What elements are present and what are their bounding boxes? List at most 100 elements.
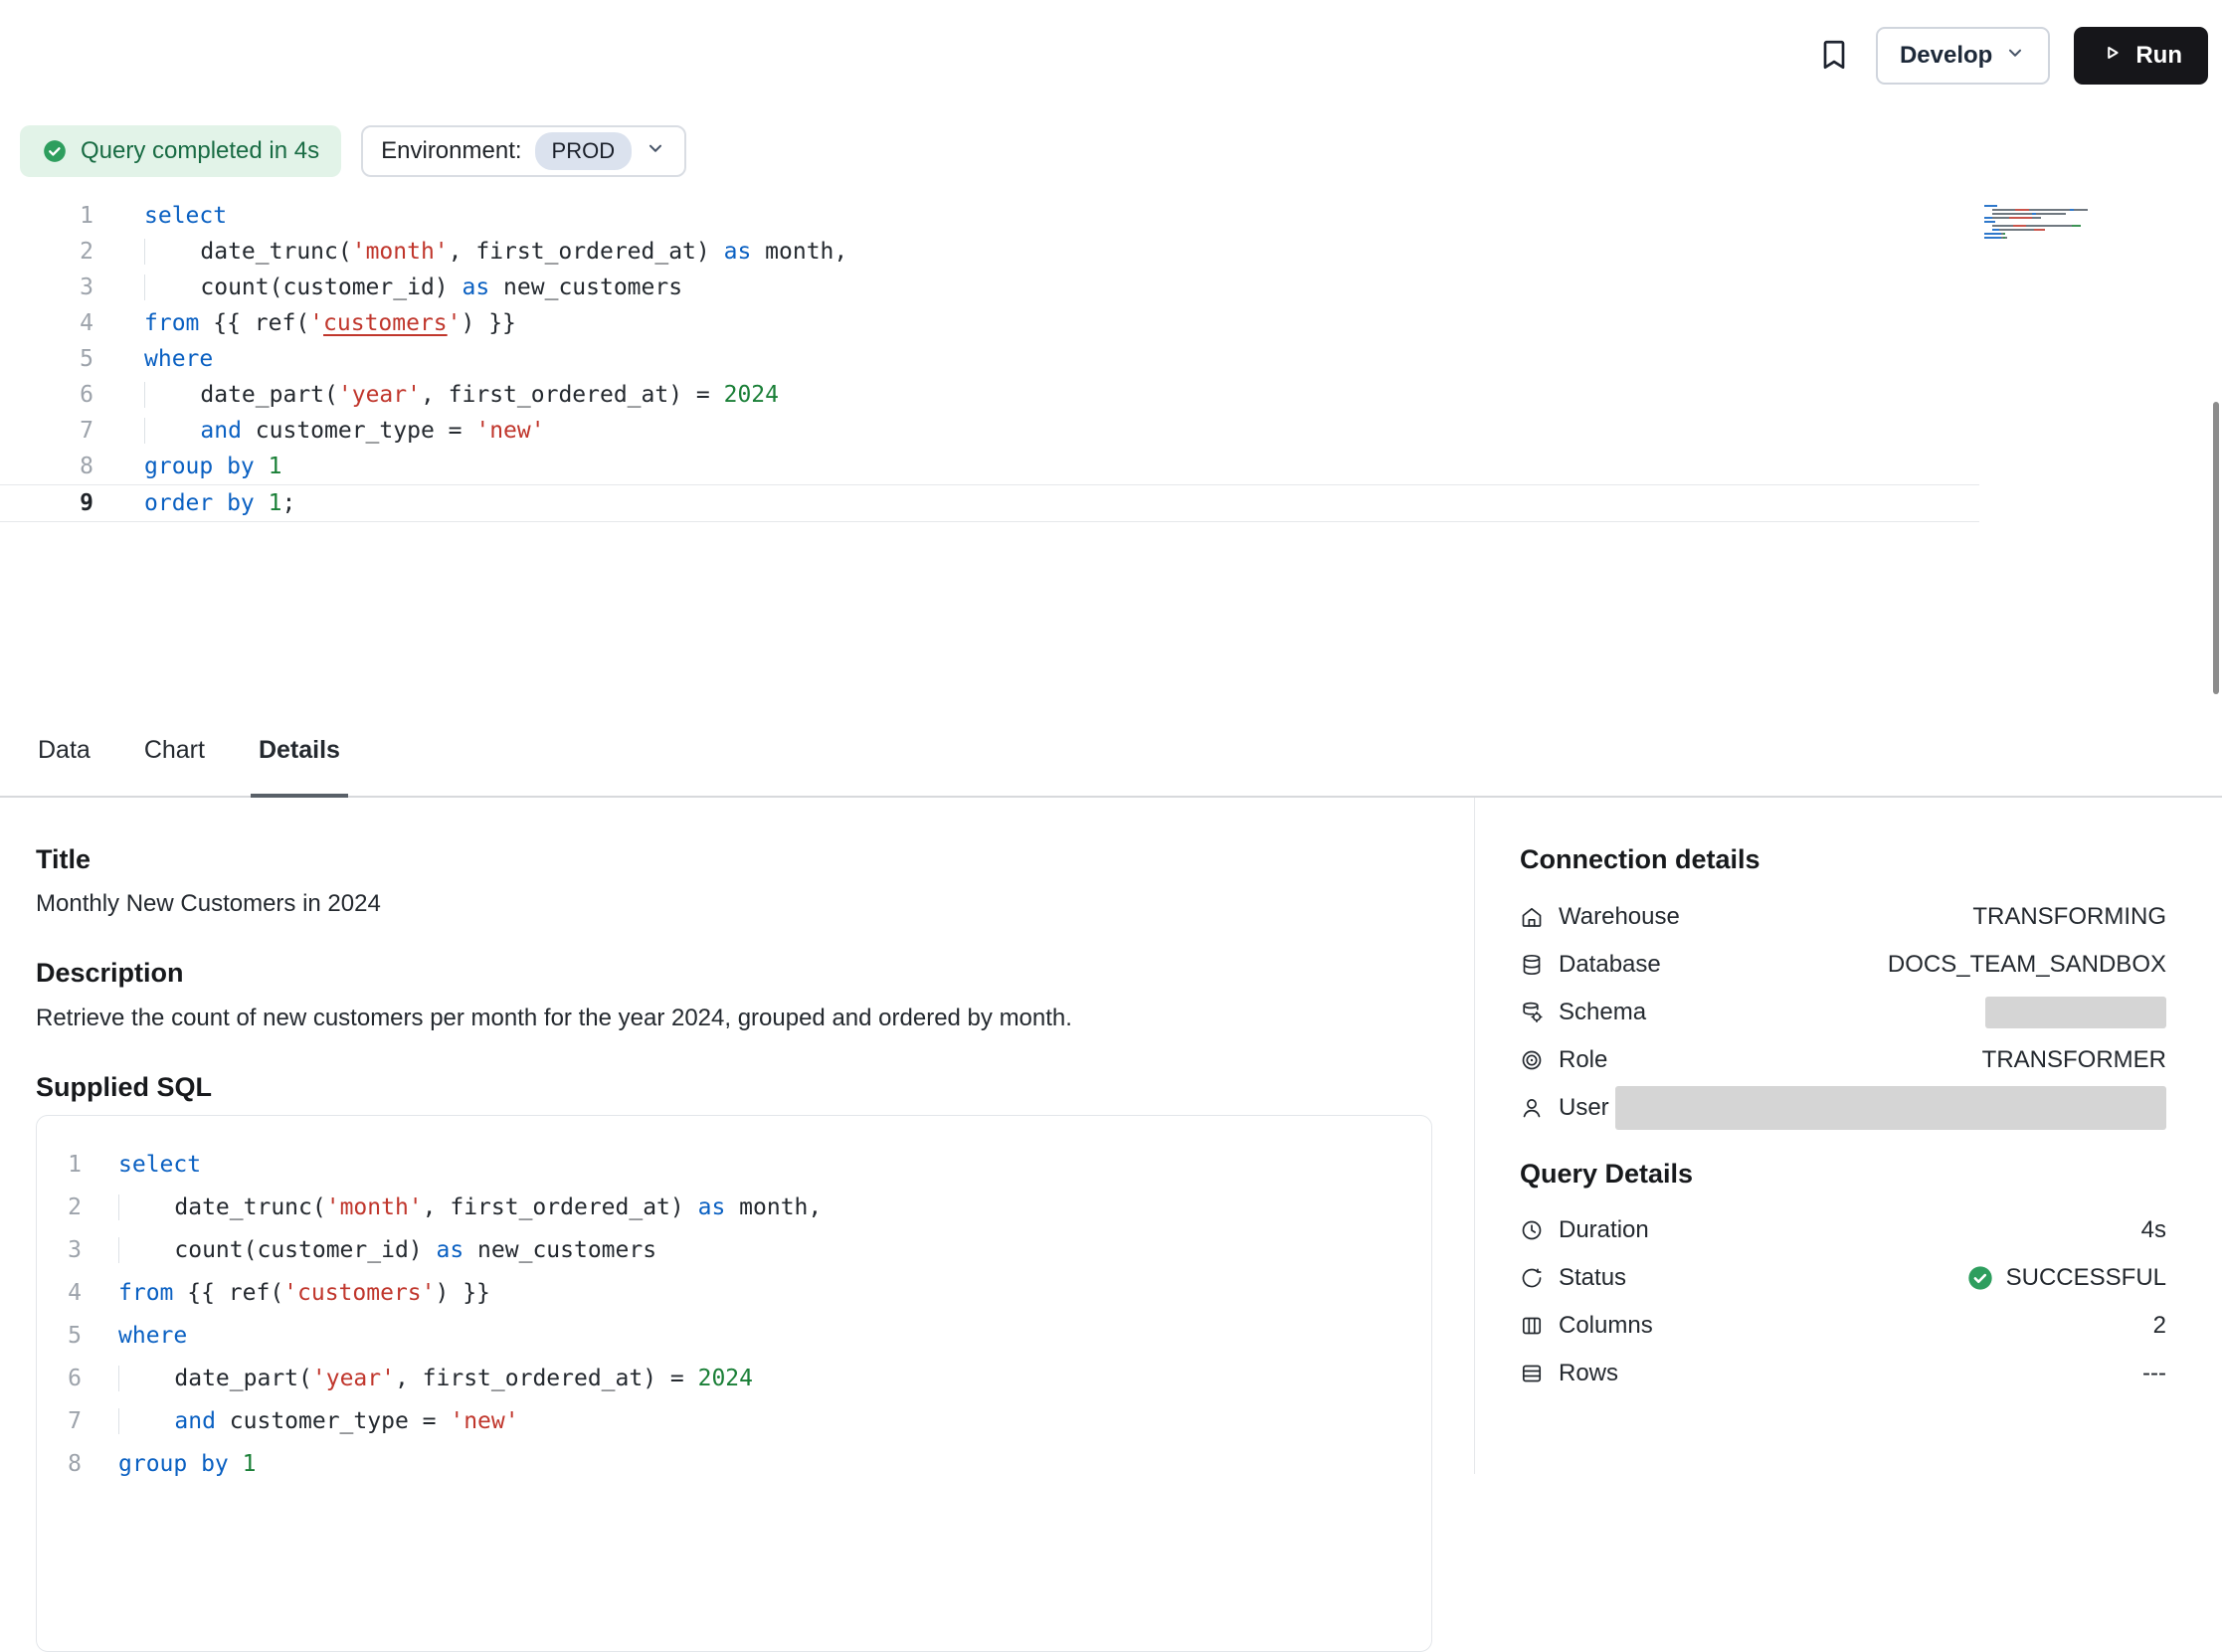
code-token bbox=[144, 239, 200, 265]
code-token: 1 bbox=[243, 1451, 257, 1477]
code-line-4[interactable]: 4from {{ ref('customers') }} bbox=[0, 305, 1979, 341]
code-token: ; bbox=[282, 490, 296, 516]
run-label: Run bbox=[2135, 42, 2182, 70]
chevron-down-icon bbox=[645, 137, 666, 166]
connection-panel: Connection details Warehouse TRANSFORMIN… bbox=[1474, 798, 2222, 1474]
code-token: order by bbox=[144, 490, 255, 516]
query-row-status: Status SUCCESSFUL bbox=[1520, 1254, 2166, 1302]
row-value: TRANSFORMING bbox=[1972, 903, 2166, 931]
code-line-5[interactable]: 5where bbox=[0, 341, 1979, 377]
code-token: select bbox=[118, 1152, 201, 1178]
code-token bbox=[255, 454, 269, 479]
row-label: User bbox=[1559, 1094, 1609, 1122]
code-line-6[interactable]: 6 date_part('year', first_ordered_at) = … bbox=[37, 1358, 1431, 1400]
code-line-2[interactable]: 2 date_trunc('month', first_ordered_at) … bbox=[37, 1187, 1431, 1229]
code-token: 'year' bbox=[338, 382, 421, 408]
code-line-3[interactable]: 3 count(customer_id) as new_customers bbox=[37, 1229, 1431, 1272]
line-number: 8 bbox=[0, 449, 93, 484]
code-token bbox=[118, 1237, 174, 1263]
row-value: 2 bbox=[2153, 1312, 2166, 1340]
code-token: count(customer_id) bbox=[200, 275, 462, 300]
query-details-heading: Query Details bbox=[1520, 1158, 2166, 1190]
code-token: ' bbox=[309, 310, 323, 336]
tab-data[interactable]: Data bbox=[36, 704, 93, 796]
title-heading: Title bbox=[36, 843, 1433, 875]
row-label: Rows bbox=[1559, 1360, 1618, 1387]
code-token: , first_ordered_at) = bbox=[395, 1366, 698, 1391]
code-token: select bbox=[144, 203, 227, 229]
code-token: 'new' bbox=[475, 418, 544, 444]
code-line-7[interactable]: 7 and customer_type = 'new' bbox=[37, 1400, 1431, 1443]
editor-minimap[interactable] bbox=[1984, 204, 2088, 240]
details-panel: Title Monthly New Customers in 2024 Desc… bbox=[0, 798, 1473, 1474]
sql-editor[interactable]: 1select2 date_trunc('month', first_order… bbox=[0, 198, 1979, 522]
code-token: , first_ordered_at) = bbox=[421, 382, 724, 408]
code-token: 'customers' bbox=[283, 1280, 435, 1306]
code-line-7[interactable]: 7 and customer_type = 'new' bbox=[0, 413, 1979, 449]
code-line-4[interactable]: 4from {{ ref('customers') }} bbox=[37, 1272, 1431, 1315]
line-number: 6 bbox=[37, 1358, 82, 1400]
code-token: count(customer_id) bbox=[174, 1237, 436, 1263]
connection-row-database: Database DOCS_TEAM_SANDBOX bbox=[1520, 941, 2166, 989]
code-line-1[interactable]: 1select bbox=[0, 198, 1979, 234]
database-icon bbox=[1520, 953, 1544, 977]
code-line-2[interactable]: 2 date_trunc('month', first_ordered_at) … bbox=[0, 234, 1979, 270]
code-token bbox=[118, 1366, 174, 1391]
code-token: ) }} bbox=[436, 1280, 490, 1306]
code-token: new_customers bbox=[463, 1237, 656, 1263]
redacted-schema-value bbox=[1985, 997, 2166, 1028]
title-value: Monthly New Customers in 2024 bbox=[36, 889, 1433, 919]
connection-details-heading: Connection details bbox=[1520, 843, 2166, 875]
connection-rows: Warehouse TRANSFORMING Database DOCS_TEA… bbox=[1520, 893, 2166, 1132]
chevron-down-icon bbox=[2004, 42, 2026, 71]
status-icon bbox=[1520, 1266, 1544, 1290]
code-line-8[interactable]: 8group by 1 bbox=[0, 449, 1979, 484]
tab-chart[interactable]: Chart bbox=[142, 704, 207, 796]
statusbar: Query completed in 4s Environment: PROD bbox=[20, 125, 686, 177]
code-line-1[interactable]: 1select bbox=[37, 1144, 1431, 1187]
code-line-9[interactable]: 9order by 1; bbox=[0, 484, 1979, 522]
run-button[interactable]: Run bbox=[2074, 27, 2208, 85]
code-token: 'year' bbox=[312, 1366, 395, 1391]
user-icon bbox=[1520, 1096, 1544, 1120]
row-label: Status bbox=[1559, 1264, 1626, 1292]
page-scrollbar[interactable] bbox=[2213, 402, 2219, 694]
code-token: 'month' bbox=[326, 1194, 423, 1220]
develop-label: Develop bbox=[1900, 42, 1992, 70]
connection-row-schema: Schema bbox=[1520, 989, 2166, 1036]
connection-row-role: Role TRANSFORMER bbox=[1520, 1036, 2166, 1084]
code-token bbox=[144, 275, 200, 300]
code-token: from bbox=[118, 1280, 173, 1306]
code-line-3[interactable]: 3 count(customer_id) as new_customers bbox=[0, 270, 1979, 305]
status-value: SUCCESSFUL bbox=[2006, 1264, 2166, 1292]
develop-button[interactable]: Develop bbox=[1876, 27, 2050, 85]
code-line-6[interactable]: 6 date_part('year', first_ordered_at) = … bbox=[0, 377, 1979, 413]
tab-details[interactable]: Details bbox=[257, 704, 342, 796]
row-label: Role bbox=[1559, 1046, 1607, 1074]
query-row-columns: Columns 2 bbox=[1520, 1302, 2166, 1350]
code-token: from bbox=[144, 310, 199, 336]
code-token: {{ ref( bbox=[199, 310, 309, 336]
line-number: 4 bbox=[0, 305, 93, 341]
code-token: ) }} bbox=[462, 310, 516, 336]
line-number: 3 bbox=[37, 1229, 82, 1272]
line-number: 2 bbox=[0, 234, 93, 270]
row-value: --- bbox=[2142, 1360, 2166, 1387]
code-token bbox=[144, 382, 200, 408]
bookmark-icon bbox=[1816, 37, 1852, 76]
code-line-8[interactable]: 8group by 1 bbox=[37, 1443, 1431, 1486]
ref-link-customers[interactable]: customers bbox=[323, 310, 448, 336]
code-token bbox=[118, 1194, 174, 1220]
query-row-rows: Rows --- bbox=[1520, 1350, 2166, 1397]
bookmark-button[interactable] bbox=[1816, 37, 1852, 76]
code-token: and bbox=[200, 418, 242, 444]
code-token: month, bbox=[725, 1194, 822, 1220]
environment-selector[interactable]: Environment: PROD bbox=[361, 125, 686, 177]
line-number: 5 bbox=[0, 341, 93, 377]
environment-badge: PROD bbox=[535, 132, 633, 170]
code-line-5[interactable]: 5where bbox=[37, 1315, 1431, 1358]
line-number: 5 bbox=[37, 1315, 82, 1358]
code-token: 1 bbox=[269, 454, 282, 479]
query-details-rows: Duration 4s Status SUCCESSFUL bbox=[1520, 1206, 2166, 1397]
code-token: customer_type = bbox=[242, 418, 475, 444]
